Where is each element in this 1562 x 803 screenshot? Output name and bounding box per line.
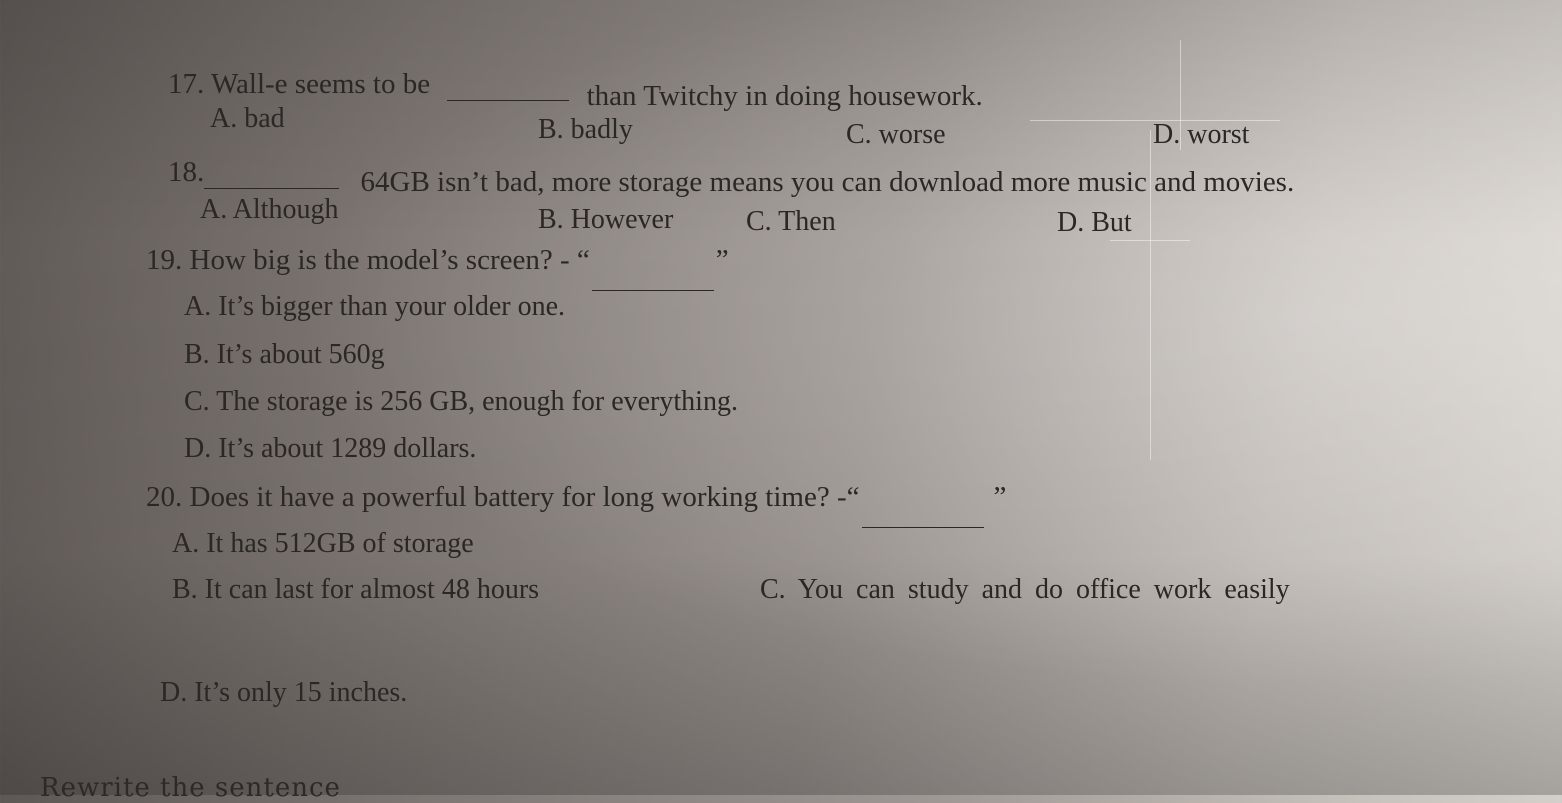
option-a: A. It’s bigger than your older one. xyxy=(184,291,566,322)
option-c: C. Then xyxy=(746,206,836,237)
option-a: A. It has 512GB of storage xyxy=(172,528,474,559)
question-number: 18. xyxy=(168,156,205,188)
answer-blank xyxy=(591,289,714,291)
option-d: D. But xyxy=(1057,207,1132,238)
question-20: 20. Does it have a powerful battery for … xyxy=(146,481,1007,528)
question-19: 19. How big is the model’s screen? - “ ” xyxy=(146,244,729,291)
paper-crease xyxy=(1030,120,1280,121)
option-b: B. badly xyxy=(538,114,633,145)
question-stem-before: Does it have a powerful battery for long… xyxy=(189,481,860,513)
option-c: C. The storage is 256 GB, enough for eve… xyxy=(184,386,738,417)
paper-crease xyxy=(1180,40,1181,150)
question-number: 20. xyxy=(146,481,183,513)
paper-crease xyxy=(1110,240,1190,241)
question-stem-after: 64GB isn’t bad, more storage means you c… xyxy=(360,166,1295,198)
answer-blank xyxy=(861,526,984,528)
question-stem-after: ” xyxy=(993,481,1007,513)
paper-crease xyxy=(1150,130,1151,460)
question-number: 17. xyxy=(168,68,205,100)
option-c: C. worse xyxy=(846,119,946,150)
question-stem-after: than Twitchy in doing housework. xyxy=(586,80,983,112)
question-stem-before: How big is the model’s screen? - “ xyxy=(189,244,590,276)
answer-blank xyxy=(204,187,340,189)
answer-blank xyxy=(447,99,570,101)
option-d: D. worst xyxy=(1153,119,1250,150)
question-number: 19. xyxy=(146,244,183,276)
option-b: B. However xyxy=(538,204,674,235)
option-d: D. It’s about 1289 dollars. xyxy=(184,433,477,464)
section-heading: Rewrite the sentence xyxy=(40,773,341,803)
question-18: 18. 64GB isn’t bad, more storage means y… xyxy=(168,156,1294,198)
option-a: A. bad xyxy=(210,103,285,134)
option-b: B. It’s about 560g xyxy=(184,339,385,370)
question-stem-after: ” xyxy=(715,244,729,276)
option-a: A. Although xyxy=(200,194,339,225)
option-c: C. You can study and do office work easi… xyxy=(760,574,1290,605)
option-b: B. It can last for almost 48 hours xyxy=(172,574,540,605)
question-17: 17. Wall-e seems to be than Twitchy in d… xyxy=(168,68,983,112)
option-d: D. It’s only 15 inches. xyxy=(160,677,408,708)
question-stem-before: Wall-e seems to be xyxy=(210,68,431,100)
